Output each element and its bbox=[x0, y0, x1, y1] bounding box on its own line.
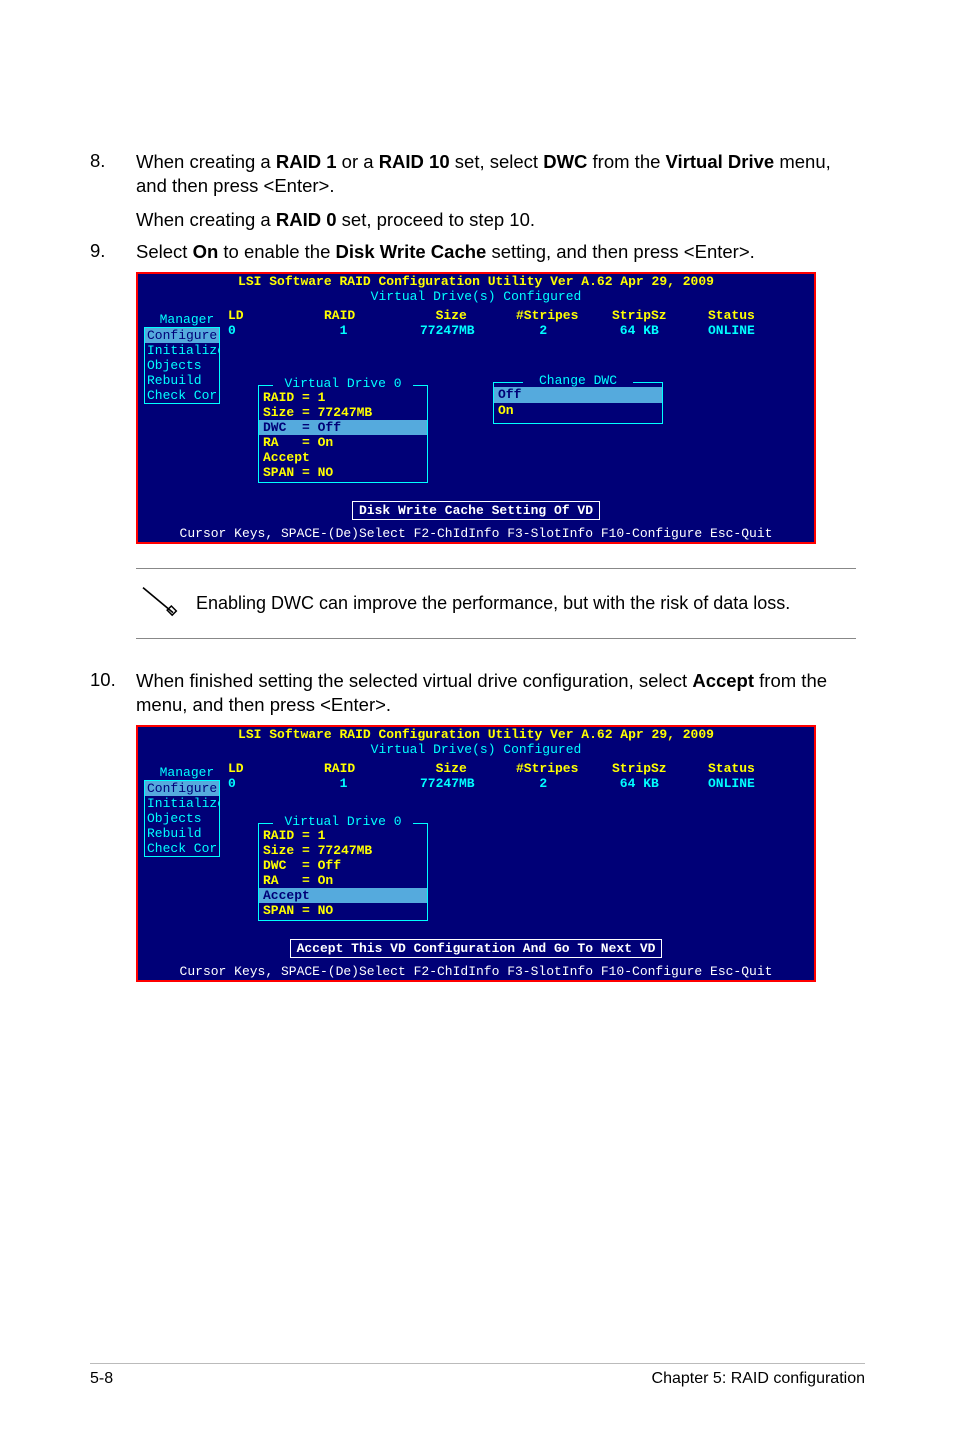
vd-line[interactable]: RA = On bbox=[259, 873, 427, 888]
menu-item[interactable]: Objects bbox=[145, 358, 219, 373]
bios-prompt: Disk Write Cache Setting Of VD bbox=[352, 501, 600, 520]
menu-item[interactable]: Check Cor bbox=[145, 388, 219, 403]
bios-screenshot-2: LSI Software RAID Configuration Utility … bbox=[136, 725, 816, 982]
bios-title: LSI Software RAID Configuration Utility … bbox=[138, 727, 814, 742]
menu-item[interactable]: Rebuild bbox=[145, 826, 219, 841]
bios-subtitle: Virtual Drive(s) Configured bbox=[138, 742, 814, 757]
menu-item[interactable]: Objects bbox=[145, 811, 219, 826]
chapter-title: Chapter 5: RAID configuration bbox=[652, 1370, 865, 1388]
menu-box: Configure Initialize Objects Rebuild Che… bbox=[144, 780, 220, 857]
page-footer: 5-8 Chapter 5: RAID configuration bbox=[90, 1363, 865, 1388]
vd-line[interactable]: RA = On bbox=[259, 435, 427, 450]
menu-item[interactable]: Rebuild bbox=[145, 373, 219, 388]
menu-item[interactable]: Check Cor bbox=[145, 841, 219, 856]
bios-subtitle: Virtual Drive(s) Configured bbox=[138, 289, 814, 304]
vd-line[interactable]: DWC = Off bbox=[259, 420, 427, 435]
table-header: LDRAID Size#StripesStripSzStatus bbox=[228, 761, 804, 776]
virtual-drive-box: Virtual Drive 0 RAID = 1 Size = 77247MB … bbox=[258, 385, 428, 483]
menu-item[interactable]: Configure bbox=[145, 328, 219, 343]
table-row: 0 1 77247MB 2 64 KBONLINE bbox=[228, 776, 804, 791]
menu-label: Manager bbox=[144, 312, 218, 327]
menu-box: Configure Initialize Objects Rebuild Che… bbox=[144, 327, 220, 404]
bios-title: LSI Software RAID Configuration Utility … bbox=[138, 274, 814, 289]
bios-footer: Cursor Keys, SPACE-(De)Select F2-ChIdInf… bbox=[138, 526, 814, 542]
step-number: 10. bbox=[90, 669, 136, 717]
popup-item[interactable]: On bbox=[494, 403, 662, 419]
vd-line[interactable]: RAID = 1 bbox=[259, 390, 427, 405]
page-number: 5-8 bbox=[90, 1370, 113, 1388]
vd-line[interactable]: DWC = Off bbox=[259, 858, 427, 873]
vd-line[interactable]: Accept bbox=[259, 450, 427, 465]
bios-prompt: Accept This VD Configuration And Go To N… bbox=[290, 939, 663, 958]
step-text: When finished setting the selected virtu… bbox=[136, 669, 865, 717]
step-text: Select On to enable the Disk Write Cache… bbox=[136, 240, 865, 264]
popup-title: Change DWC bbox=[523, 374, 633, 387]
vd-line[interactable]: Size = 77247MB bbox=[259, 405, 427, 420]
step-number: 8. bbox=[90, 150, 136, 232]
vd-line[interactable]: RAID = 1 bbox=[259, 828, 427, 843]
bios-screenshot-1: LSI Software RAID Configuration Utility … bbox=[136, 272, 816, 544]
menu-item[interactable]: Initialize bbox=[145, 796, 219, 811]
vd-line[interactable]: SPAN = NO bbox=[259, 903, 427, 918]
menu-item[interactable]: Configure bbox=[145, 781, 219, 796]
popup-item[interactable]: Off bbox=[494, 387, 662, 403]
menu-label: Manager bbox=[144, 765, 218, 780]
step-text: When creating a RAID 1 or a RAID 10 set,… bbox=[136, 150, 865, 232]
vd-line[interactable]: Size = 77247MB bbox=[259, 843, 427, 858]
virtual-drive-box: Virtual Drive 0 RAID = 1 Size = 77247MB … bbox=[258, 823, 428, 921]
step-number: 9. bbox=[90, 240, 136, 264]
table-row: 0 1 77247MB 2 64 KBONLINE bbox=[228, 323, 804, 338]
vd-title: Virtual Drive 0 bbox=[273, 815, 413, 828]
menu-item[interactable]: Initialize bbox=[145, 343, 219, 358]
vd-line[interactable]: Accept bbox=[259, 888, 427, 903]
note-icon bbox=[136, 581, 196, 626]
note-callout: Enabling DWC can improve the performance… bbox=[136, 568, 856, 639]
change-dwc-popup: Change DWC Off On bbox=[493, 382, 663, 424]
table-header: LDRAID Size#StripesStripSzStatus bbox=[228, 308, 804, 323]
note-text: Enabling DWC can improve the performance… bbox=[196, 593, 856, 614]
vd-line[interactable]: SPAN = NO bbox=[259, 465, 427, 480]
bios-footer: Cursor Keys, SPACE-(De)Select F2-ChIdInf… bbox=[138, 964, 814, 980]
vd-title: Virtual Drive 0 bbox=[273, 377, 413, 390]
